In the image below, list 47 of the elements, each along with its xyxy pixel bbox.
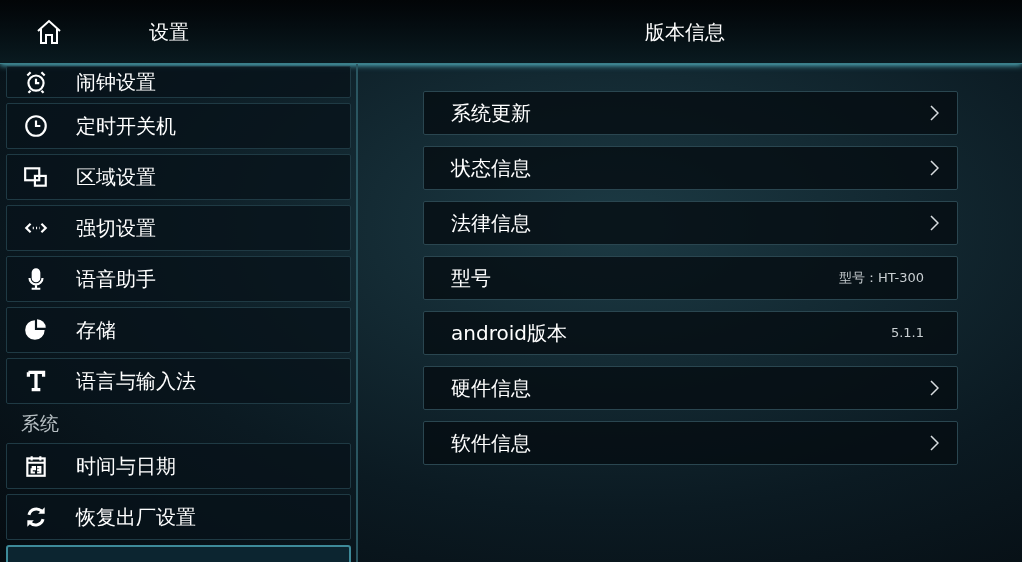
item-label: 语言与输入法 — [76, 368, 196, 395]
row-label: 硬件信息 — [451, 375, 532, 402]
item-label: 时间与日期 — [76, 452, 176, 480]
settings-row[interactable]: 型号 型号：HT-300 — [423, 256, 958, 300]
row-label: 型号 — [451, 265, 492, 292]
sidebar-item[interactable]: 强切设置 — [6, 205, 351, 251]
row-value: 型号：HT-300 — [838, 269, 925, 288]
clock-icon — [23, 113, 49, 139]
overlapping-squares-icon — [23, 164, 49, 190]
section-header: 系统 — [20, 411, 60, 436]
home-icon[interactable] — [35, 17, 63, 46]
item-label: 语音助手 — [76, 266, 156, 293]
row-label: 状态信息 — [451, 155, 532, 182]
row-label: 法律信息 — [451, 210, 532, 237]
highlighted-item-edge[interactable] — [6, 544, 351, 562]
row-label: 系统更新 — [451, 100, 532, 127]
page-title: 版本信息 — [644, 18, 726, 46]
sidebar-item[interactable]: 语音助手 — [6, 256, 351, 302]
pie-chart-icon — [23, 317, 49, 343]
chevron-right-icon — [930, 215, 939, 231]
settings-row[interactable]: 系统更新 — [423, 91, 958, 135]
chevron-right-icon — [930, 105, 939, 121]
item-label: 定时开关机 — [76, 113, 176, 140]
row-label: android版本 — [451, 320, 568, 347]
sidebar-item[interactable]: 定时开关机 — [6, 103, 351, 149]
item-label: 存储 — [76, 317, 116, 344]
chevron-right-icon — [930, 160, 939, 176]
sidebar-item[interactable]: 时间与日期 — [6, 442, 351, 489]
item-label: 强切设置 — [76, 215, 156, 242]
item-label: 恢复出厂设置 — [76, 503, 196, 531]
settings-row[interactable]: 法律信息 — [423, 201, 958, 245]
settings-row[interactable]: 硬件信息 — [423, 366, 958, 410]
chevron-right-icon — [930, 380, 939, 396]
row-value: 5.1.1 — [890, 324, 925, 343]
sidebar-item[interactable]: 闹钟设置 — [6, 66, 351, 98]
item-label: 闹钟设置 — [76, 69, 156, 96]
sidebar-item[interactable]: 存储 — [6, 307, 351, 353]
settings-row[interactable]: 状态信息 — [423, 146, 958, 190]
chevron-right-icon — [930, 435, 939, 451]
sidebar-item[interactable]: 恢复出厂设置 — [6, 493, 351, 540]
settings-row[interactable]: 软件信息 — [423, 421, 958, 465]
row-label: 软件信息 — [451, 430, 532, 457]
settings-row[interactable]: android版本 5.1.1 — [423, 311, 958, 355]
sidebar-item[interactable]: 区域设置 — [6, 154, 351, 200]
header-title: 设置 — [149, 18, 189, 46]
sidebar-item[interactable]: 语言与输入法 — [6, 358, 351, 404]
item-label: 区域设置 — [76, 164, 156, 191]
